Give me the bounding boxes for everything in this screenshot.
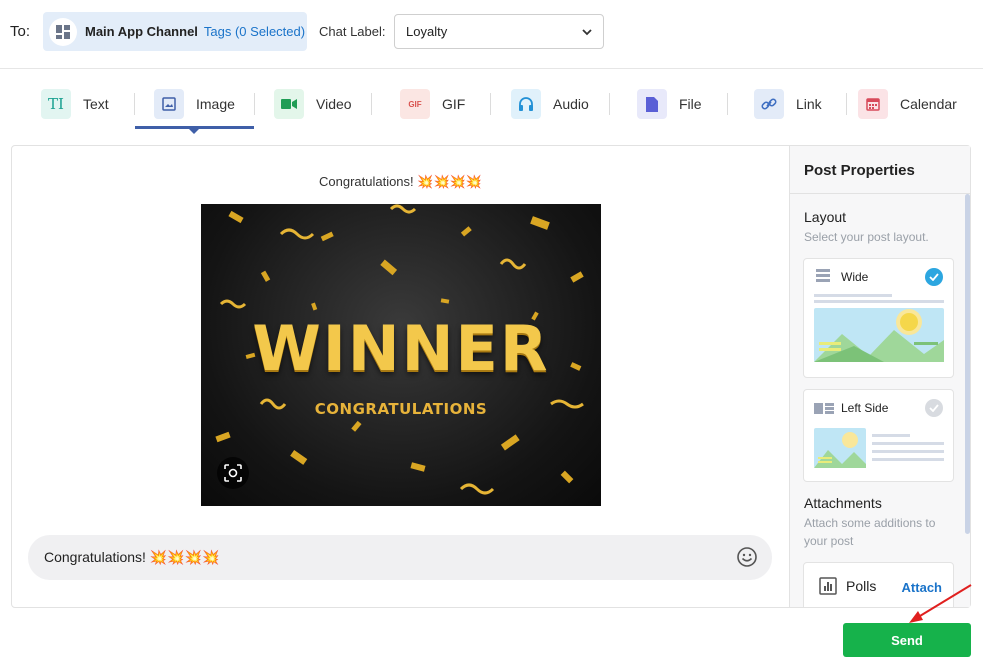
properties-scrollbar[interactable] <box>965 194 970 534</box>
tab-video[interactable]: Video <box>274 89 352 119</box>
image-headline: WINNER <box>252 312 550 385</box>
left-side-layout-preview <box>814 428 944 468</box>
message-text: Congratulations! 💥💥💥💥 <box>44 549 220 565</box>
emoji-icon[interactable] <box>736 546 758 568</box>
to-label: To: <box>10 23 31 40</box>
post-properties-title: Post Properties <box>790 146 970 194</box>
tab-image-label: Image <box>196 96 235 112</box>
message-input[interactable]: Congratulations! 💥💥💥💥 <box>28 535 772 580</box>
attachments-subtitle: Attach some additions to your post <box>804 516 936 548</box>
channel-avatar <box>49 17 77 46</box>
tab-gif-label: GIF <box>442 96 466 112</box>
tab-divider <box>727 93 728 115</box>
headphones-icon <box>511 89 541 119</box>
visual-search-button[interactable] <box>217 457 249 489</box>
calendar-icon <box>858 89 888 119</box>
attachments-title: Attachments <box>804 495 882 511</box>
tab-calendar[interactable]: Calendar <box>858 89 957 119</box>
image-icon <box>154 89 184 119</box>
wide-layout-icon <box>816 269 830 282</box>
send-button[interactable]: Send <box>843 623 971 657</box>
chat-label-value: Loyalty <box>406 24 448 39</box>
tab-divider <box>134 93 135 115</box>
tab-audio[interactable]: Audio <box>511 89 589 119</box>
check-icon <box>925 268 943 286</box>
recipient-bar: To: Main App Channel Tags (0 Selected) C… <box>0 0 983 69</box>
tab-text[interactable]: TI Text <box>41 89 109 119</box>
layout-wide-label: Wide <box>841 270 869 284</box>
tab-gif[interactable]: GIF GIF <box>400 89 465 119</box>
layout-left-side-label: Left Side <box>841 401 889 415</box>
layout-title: Layout <box>804 209 847 225</box>
image-subline: CONGRATULATIONS <box>314 400 488 418</box>
channel-name: Main App Channel <box>85 24 198 39</box>
lens-icon <box>224 464 242 482</box>
tab-divider <box>846 93 847 115</box>
tab-image[interactable]: Image <box>154 89 235 119</box>
polls-label: Polls <box>846 578 877 594</box>
tab-file[interactable]: File <box>637 89 702 119</box>
tab-divider <box>254 93 255 115</box>
annotation-arrow-icon <box>909 584 972 623</box>
post-properties-panel: Post Properties Layout Select your post … <box>789 146 970 607</box>
tab-audio-label: Audio <box>553 96 589 112</box>
tab-divider <box>490 93 491 115</box>
active-tab-caret <box>188 128 200 134</box>
tab-video-label: Video <box>316 96 352 112</box>
chat-label-select[interactable]: Loyalty <box>394 14 604 49</box>
post-preview: Congratulations! 💥💥💥💥 WINNER CONGRATULAT… <box>12 146 789 607</box>
tags-link[interactable]: Tags (0 Selected) <box>204 24 305 39</box>
post-image[interactable]: WINNER CONGRATULATIONS <box>201 204 601 506</box>
chat-label-label: Chat Label: <box>319 24 386 39</box>
tab-text-label: Text <box>83 96 109 112</box>
tab-file-label: File <box>679 96 702 112</box>
left-side-layout-icon <box>814 403 834 414</box>
post-caption: Congratulations! 💥💥💥💥 <box>318 174 483 189</box>
wide-layout-preview <box>814 294 944 362</box>
compose-area: Congratulations! 💥💥💥💥 WINNER CONGRATULAT… <box>11 145 971 608</box>
video-icon <box>274 89 304 119</box>
dashboard-icon <box>56 24 70 39</box>
poll-chart-icon <box>819 577 837 595</box>
channel-chip[interactable]: Main App Channel Tags (0 Selected) <box>43 12 307 51</box>
tab-divider <box>371 93 372 115</box>
file-icon <box>637 89 667 119</box>
layout-option-wide[interactable]: Wide <box>803 258 954 378</box>
tab-divider <box>609 93 610 115</box>
tab-link-label: Link <box>796 96 822 112</box>
tab-calendar-label: Calendar <box>900 96 957 112</box>
tab-link[interactable]: Link <box>754 89 822 119</box>
layout-option-left-side[interactable]: Left Side <box>803 389 954 482</box>
text-icon: TI <box>41 89 71 119</box>
link-icon <box>754 89 784 119</box>
gif-icon: GIF <box>400 89 430 119</box>
layout-subtitle: Select your post layout. <box>804 230 929 244</box>
chevron-down-icon <box>582 29 592 36</box>
check-icon <box>925 399 943 417</box>
content-type-tabs: TI Text Image Video GIF GIF Audio File L… <box>0 69 983 144</box>
